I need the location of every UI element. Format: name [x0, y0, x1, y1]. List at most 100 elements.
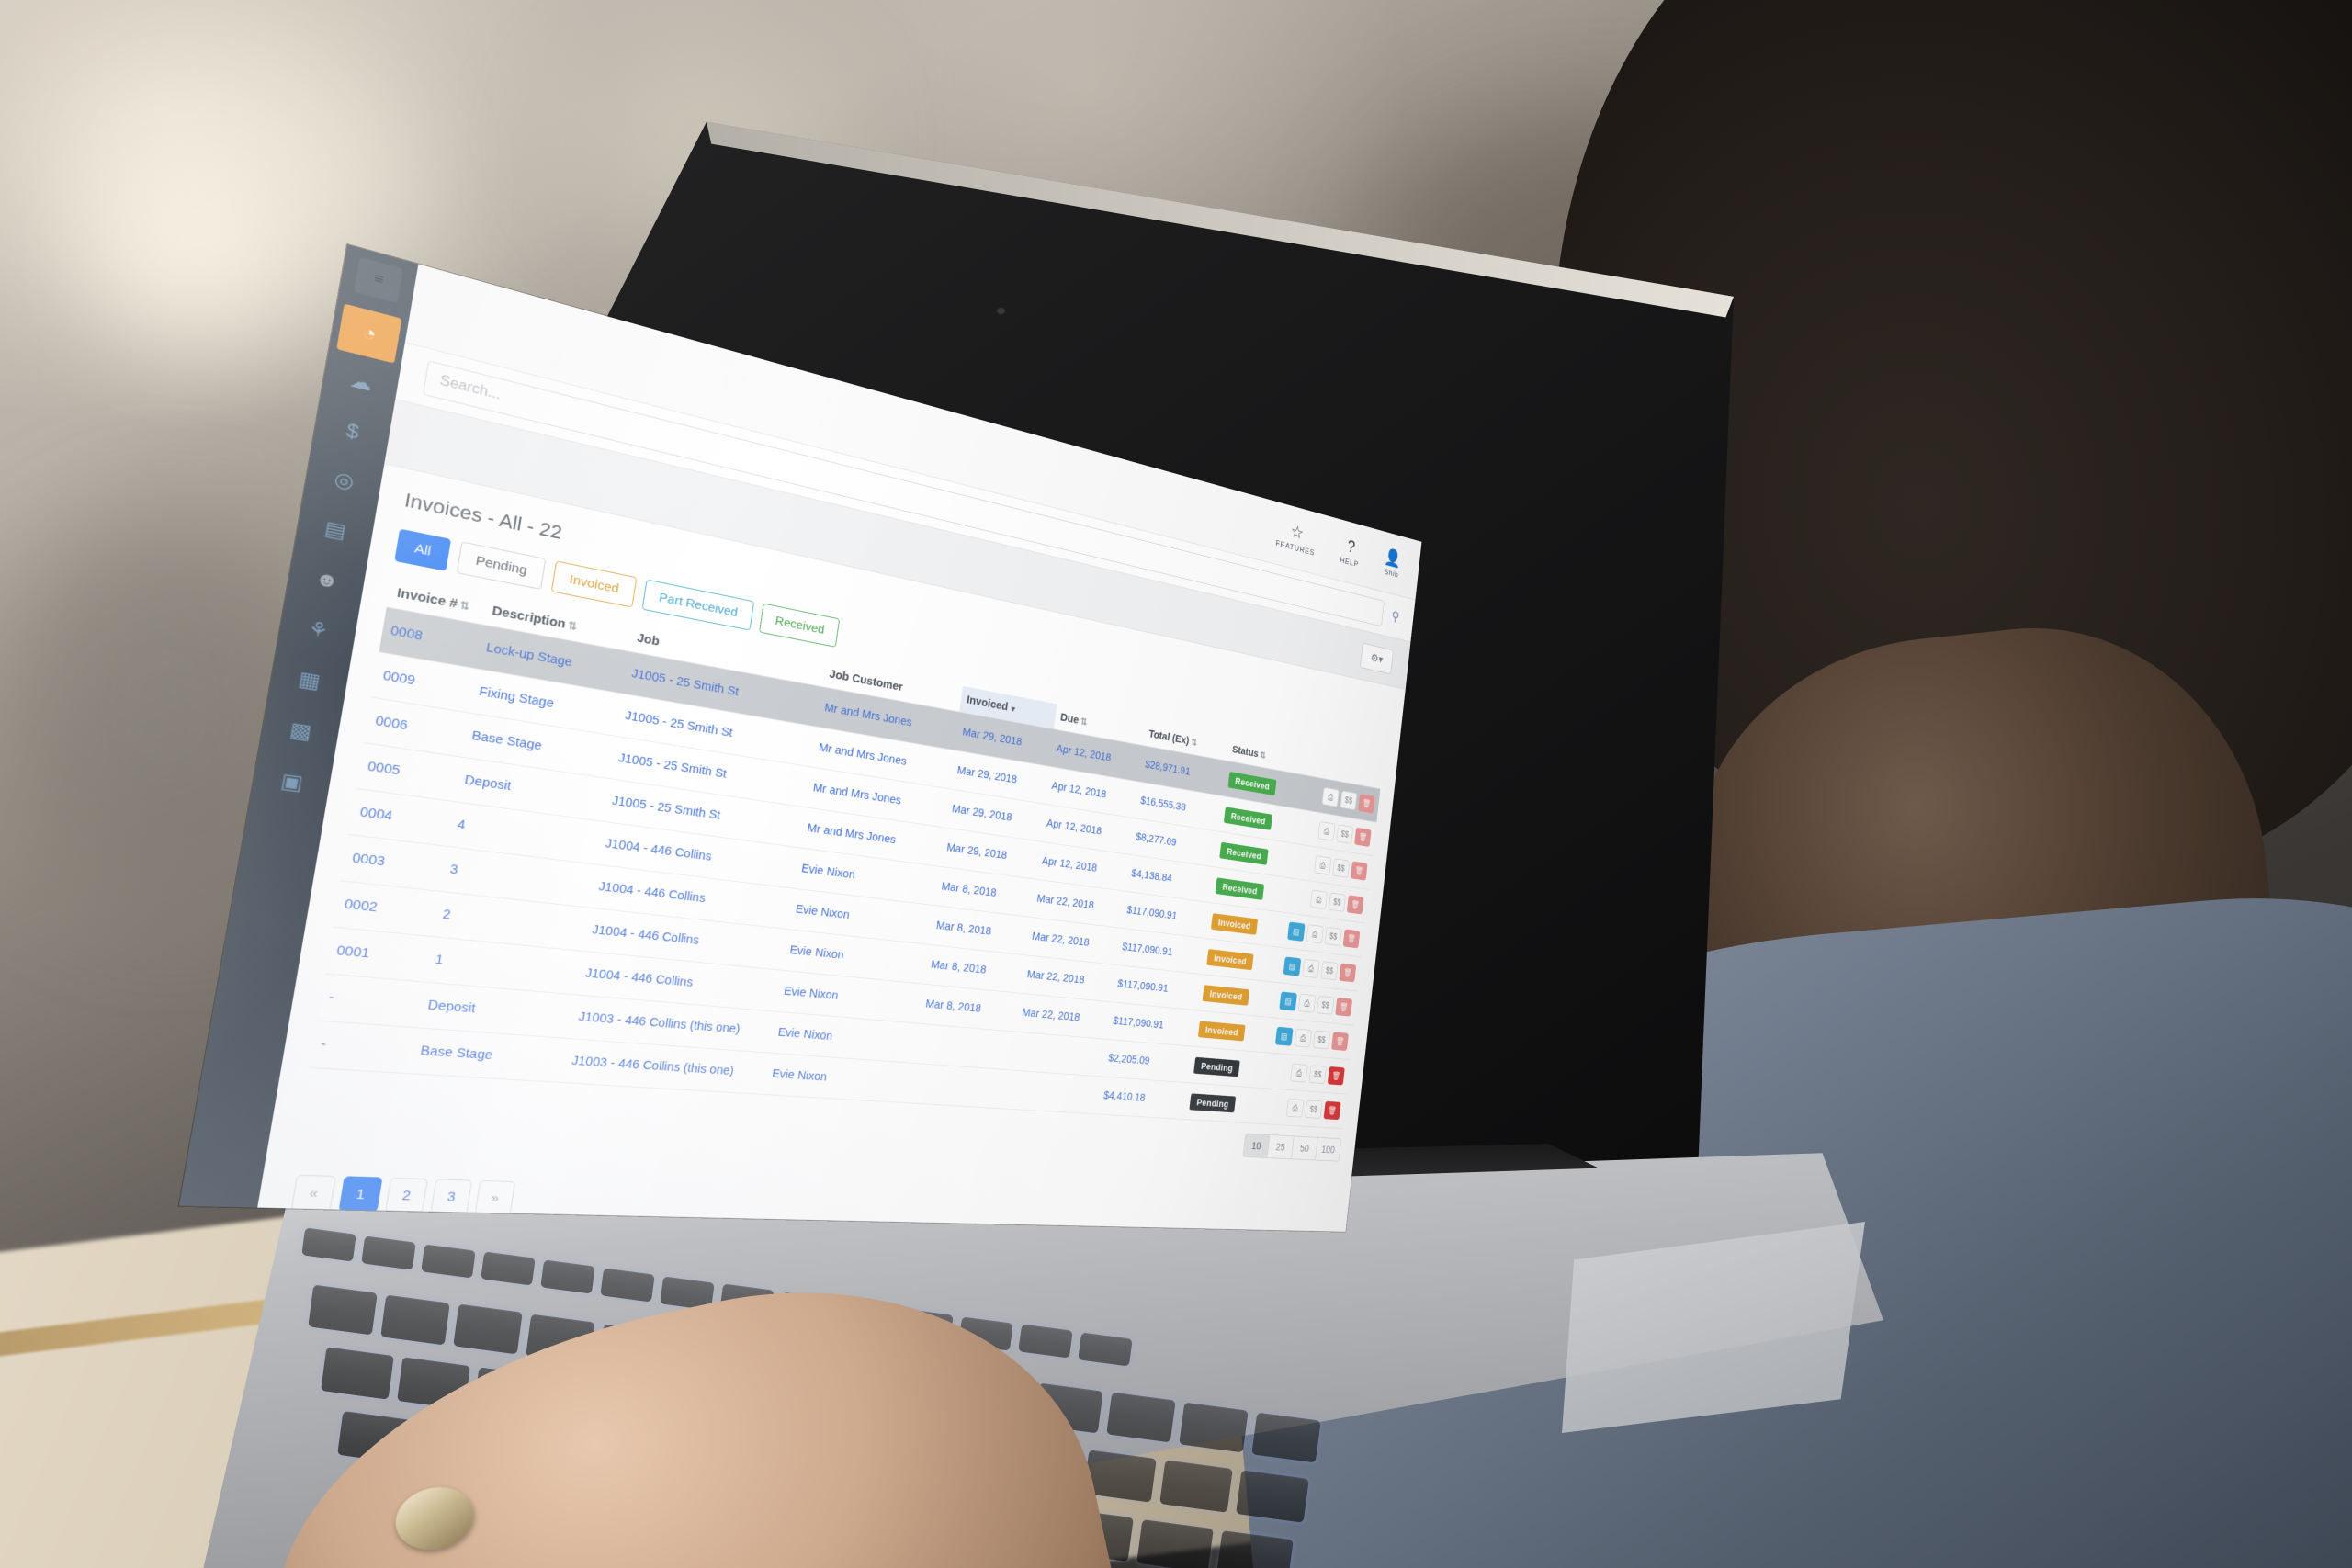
- print-icon[interactable]: ⎙: [1306, 924, 1324, 944]
- print-icon[interactable]: ⎙: [1317, 820, 1336, 841]
- pagination-page-1[interactable]: 1: [338, 1176, 383, 1213]
- print-icon[interactable]: ⎙: [1297, 993, 1317, 1013]
- sidebar-item-settings[interactable]: ▣: [257, 754, 326, 809]
- payment-icon[interactable]: $$: [1312, 1030, 1331, 1050]
- status-badge: Received: [1219, 841, 1269, 865]
- filter-pending-button[interactable]: Pending: [456, 541, 547, 590]
- pagination-page-3[interactable]: 3: [430, 1179, 473, 1214]
- payment-icon[interactable]: $$: [1320, 961, 1339, 981]
- print-icon[interactable]: ⎙: [1285, 1098, 1305, 1118]
- menu-toggle-icon: ≡: [372, 271, 385, 288]
- row-action-group: ⎙ $$ 🗑: [1261, 1061, 1345, 1086]
- send-invoice-icon[interactable]: ▤: [1287, 921, 1306, 942]
- send-invoice-icon[interactable]: ▤: [1279, 991, 1297, 1011]
- delete-icon[interactable]: 🗑: [1358, 793, 1375, 814]
- star-icon: ☆: [1289, 521, 1305, 544]
- sidebar-item-reports[interactable]: ▦: [276, 652, 344, 709]
- filter-all-button[interactable]: All: [394, 528, 451, 571]
- cell-due-date: [1009, 1031, 1106, 1077]
- settings-icon: ▣: [278, 769, 305, 795]
- cell-due-date: [1003, 1069, 1102, 1114]
- delete-icon[interactable]: 🗑: [1335, 997, 1353, 1017]
- filter-invoiced-button[interactable]: Invoiced: [550, 560, 638, 608]
- page-size-100[interactable]: 100: [1315, 1136, 1342, 1162]
- page-size-25[interactable]: 25: [1267, 1134, 1295, 1160]
- filter-received-button[interactable]: Received: [758, 603, 841, 648]
- cell-status: Invoiced: [1195, 974, 1267, 1017]
- reports-icon: ▦: [297, 667, 322, 694]
- payment-icon[interactable]: $$: [1308, 1065, 1327, 1085]
- features-button[interactable]: ☆ FEATURES: [1275, 519, 1317, 557]
- payment-icon[interactable]: $$: [1324, 926, 1342, 946]
- status-badge: Pending: [1189, 1092, 1237, 1112]
- delete-icon[interactable]: 🗑: [1350, 861, 1368, 881]
- send-invoice-icon[interactable]: ▤: [1274, 1026, 1294, 1046]
- sidebar-item-menu-toggle[interactable]: ≡: [354, 256, 403, 303]
- page-size-50[interactable]: 50: [1291, 1135, 1318, 1161]
- dashboard-icon: ◔: [360, 321, 379, 346]
- cell-invoiced-date: [906, 1063, 1010, 1109]
- pagination-next-button[interactable]: »: [474, 1179, 516, 1215]
- delete-icon[interactable]: 🗑: [1339, 963, 1357, 983]
- pagination-page-2[interactable]: 2: [385, 1177, 428, 1213]
- cell-invoice-number[interactable]: 0001: [324, 927, 432, 982]
- laptop-screen: ≡ ◔ ☁ $ ◎ ▤ ☻ ⚘ ▦ ▩ ▣ ☆ FEATURES ? HELP 👤 Shib: [178, 244, 1422, 1232]
- print-icon[interactable]: ⎙: [1290, 1063, 1308, 1083]
- cell-description[interactable]: Base Stage: [409, 1027, 569, 1083]
- sort-icon: ⇅: [567, 619, 579, 633]
- sidebar-item-contacts[interactable]: ☁: [328, 353, 394, 412]
- delete-icon[interactable]: 🗑: [1346, 895, 1364, 915]
- delete-icon[interactable]: 🗑: [1323, 1100, 1341, 1121]
- status-badge: Received: [1223, 806, 1273, 830]
- row-action-group: ▤ ⎙ $$ 🗑: [1269, 990, 1353, 1017]
- sidebar-item-team[interactable]: ⚘: [284, 602, 352, 659]
- sidebar-item-invoices[interactable]: ▤: [301, 501, 368, 558]
- cell-invoice-number[interactable]: -: [308, 1020, 417, 1074]
- print-icon[interactable]: ⎙: [1309, 889, 1329, 910]
- sidebar-item-jobs[interactable]: ◎: [311, 451, 377, 510]
- payment-icon[interactable]: $$: [1317, 995, 1335, 1015]
- cell-invoice-number[interactable]: -: [316, 973, 424, 1028]
- page-size-10[interactable]: 10: [1242, 1133, 1271, 1158]
- payment-icon[interactable]: $$: [1340, 790, 1358, 811]
- status-badge: Invoiced: [1210, 912, 1259, 935]
- help-label: HELP: [1340, 556, 1360, 569]
- invoices-table: Invoice #⇅ Description⇅ Job Job Customer Inv…: [308, 576, 1384, 1129]
- search-icon[interactable]: ⚲: [1391, 607, 1400, 626]
- print-icon[interactable]: ⎙: [1294, 1028, 1312, 1048]
- filter-part-button[interactable]: Part Received: [641, 579, 754, 631]
- payment-icon[interactable]: $$: [1332, 858, 1351, 878]
- payment-icon[interactable]: $$: [1336, 824, 1354, 844]
- payment-icon[interactable]: $$: [1305, 1100, 1323, 1119]
- question-mark-icon: ?: [1346, 536, 1356, 558]
- row-action-group: ▤ ⎙ $$ 🗑: [1264, 1026, 1349, 1052]
- sidebar-item-quotes[interactable]: $: [319, 401, 385, 460]
- print-icon[interactable]: ⎙: [1321, 786, 1340, 807]
- cell-actions: ⎙ $$ 🗑: [1250, 1087, 1347, 1129]
- sidebar-item-calendar[interactable]: ▩: [266, 703, 334, 759]
- print-icon[interactable]: ⎙: [1314, 855, 1332, 875]
- print-icon[interactable]: ⎙: [1302, 958, 1320, 979]
- delete-icon[interactable]: 🗑: [1354, 827, 1372, 848]
- delete-icon[interactable]: 🗑: [1342, 929, 1361, 949]
- invoices-app: ≡ ◔ ☁ $ ◎ ▤ ☻ ⚘ ▦ ▩ ▣ ☆ FEATURES ? HELP 👤 Shib: [178, 244, 1422, 1232]
- user-menu-button[interactable]: 👤 Shib: [1383, 547, 1403, 580]
- sidebar-item-suppliers[interactable]: ☻: [293, 551, 360, 609]
- pagination-prev-button[interactable]: «: [290, 1174, 336, 1212]
- help-button[interactable]: ? HELP: [1340, 536, 1362, 569]
- cell-invoiced-date: [911, 1023, 1014, 1070]
- send-invoice-icon[interactable]: ▤: [1283, 956, 1302, 976]
- row-action-group: ▤ ⎙ $$ 🗑: [1276, 920, 1361, 949]
- settings-dropdown-button[interactable]: ⚙▾: [1360, 642, 1394, 674]
- jobs-icon: ◎: [332, 467, 356, 494]
- user-avatar-icon: 👤: [1384, 547, 1403, 570]
- cell-total: $2,205.09: [1101, 1039, 1193, 1083]
- delete-icon[interactable]: 🗑: [1327, 1066, 1345, 1086]
- status-badge: Received: [1215, 876, 1265, 900]
- chevron-down-icon: ▾: [1010, 704, 1016, 715]
- delete-icon[interactable]: 🗑: [1330, 1032, 1349, 1052]
- payment-icon[interactable]: $$: [1328, 892, 1346, 912]
- pagination[interactable]: «1 2 3»: [285, 1174, 1334, 1231]
- row-action-group: ⎙ $$ 🗑: [1293, 782, 1375, 814]
- sort-icon: ⇅: [458, 599, 471, 614]
